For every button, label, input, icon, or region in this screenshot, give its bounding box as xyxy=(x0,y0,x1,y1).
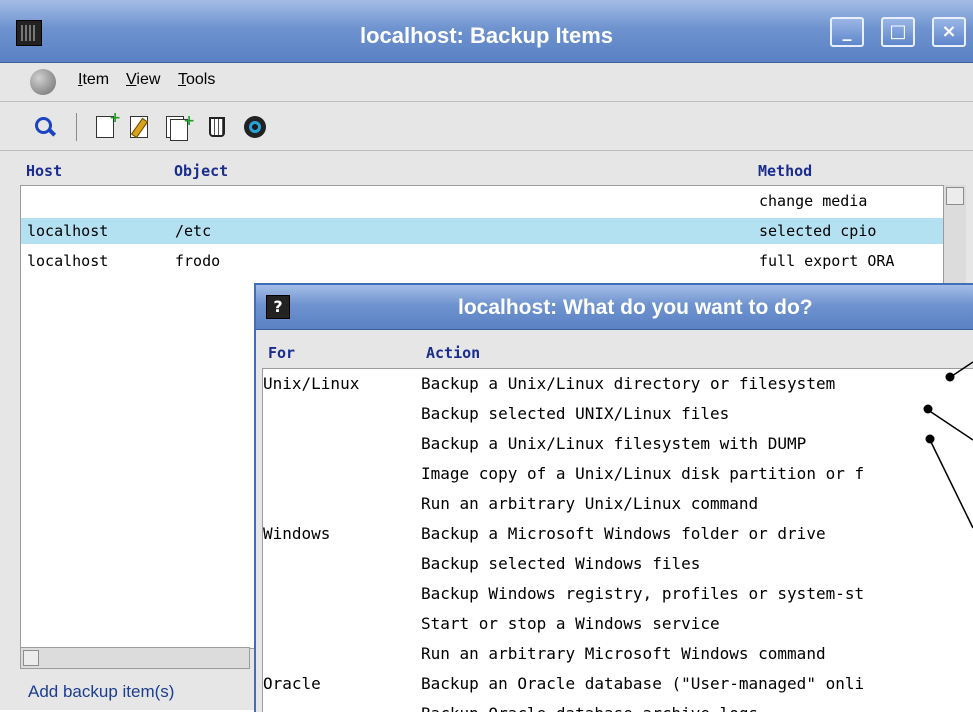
list-item[interactable]: Start or stop a Windows service xyxy=(263,609,973,639)
minimize-icon: _ xyxy=(842,21,852,42)
dialog-title-bar[interactable]: ? localhost: What do you want to do? xyxy=(256,285,973,330)
row-for: Unix/Linux xyxy=(263,374,360,393)
row-action: Backup a Unix/Linux filesystem with DUMP xyxy=(421,434,807,453)
search-icon[interactable] xyxy=(34,116,57,138)
list-item[interactable]: Run an arbitrary Unix/Linux command xyxy=(263,489,973,519)
horizontal-scrollbar[interactable] xyxy=(20,647,250,669)
view-icon[interactable] xyxy=(244,116,266,138)
row-for: Oracle xyxy=(263,674,321,693)
row-object: /etc xyxy=(175,222,212,240)
row-action: Run an arbitrary Microsoft Windows comma… xyxy=(421,644,826,663)
toolbar-separator xyxy=(76,113,77,141)
row-method: selected cpio xyxy=(759,222,877,240)
trash-icon[interactable] xyxy=(206,116,228,138)
row-action: Backup selected UNIX/Linux files xyxy=(421,404,730,423)
row-action: Backup selected Windows files xyxy=(421,554,701,573)
menu-item-view[interactable]: View xyxy=(126,70,160,90)
list-item[interactable]: Backup Windows registry, profiles or sys… xyxy=(263,579,973,609)
list-item[interactable]: Windows Backup a Microsoft Windows folder… xyxy=(263,519,973,549)
table-row[interactable]: localhost frodo full export ORA xyxy=(21,248,945,274)
column-header-method[interactable]: Method xyxy=(758,162,812,180)
table-row[interactable]: change media xyxy=(21,188,945,214)
maximize-button[interactable]: □ xyxy=(881,17,915,47)
column-header-object[interactable]: Object xyxy=(174,162,228,180)
scroll-left-icon[interactable] xyxy=(23,650,39,666)
list-item[interactable]: Image copy of a Unix/Linux disk partitio… xyxy=(263,459,973,489)
row-action: Start or stop a Windows service xyxy=(421,614,720,633)
list-item[interactable]: Backup selected Windows files xyxy=(263,549,973,579)
list-item[interactable]: Backup selected UNIX/Linux files xyxy=(263,399,973,429)
row-action: Backup Windows registry, profiles or sys… xyxy=(421,584,865,603)
row-object: frodo xyxy=(175,252,221,270)
row-action: Backup an Oracle database ("User-managed… xyxy=(421,674,865,693)
menu-item-item[interactable]: Item xyxy=(78,70,109,90)
row-method: change media xyxy=(759,192,868,210)
copy-item-icon[interactable]: + xyxy=(166,114,195,141)
list-item[interactable]: Oracle Backup an Oracle database ("User-m… xyxy=(263,669,973,699)
new-item-icon[interactable]: + xyxy=(96,111,121,138)
title-bar[interactable]: localhost: Backup Items _ □ × xyxy=(0,0,973,63)
action-dialog: ? localhost: What do you want to do? For… xyxy=(254,283,973,712)
row-action: Backup a Unix/Linux directory or filesys… xyxy=(421,374,836,393)
list-item[interactable]: Run an arbitrary Microsoft Windows comma… xyxy=(263,639,973,669)
menu-item-tools[interactable]: Tools xyxy=(178,70,215,90)
row-action: Image copy of a Unix/Linux disk partitio… xyxy=(421,464,865,483)
table-row[interactable]: localhost /etc selected cpio xyxy=(21,218,945,244)
scroll-up-icon[interactable] xyxy=(946,187,964,205)
maximize-icon: □ xyxy=(889,21,907,42)
list-item[interactable]: Unix/Linux Backup a Unix/Linux directory … xyxy=(263,369,973,399)
row-action: Backup a Microsoft Windows folder or dri… xyxy=(421,524,826,543)
minimize-button[interactable]: _ xyxy=(830,17,864,47)
add-backup-item-button[interactable]: Add backup item(s) xyxy=(20,676,254,708)
action-list[interactable]: Unix/Linux Backup a Unix/Linux directory … xyxy=(262,368,973,712)
row-for: Windows xyxy=(263,524,331,543)
row-host: localhost xyxy=(27,252,109,270)
column-header-action[interactable]: Action xyxy=(426,344,480,362)
app-logo-icon xyxy=(30,69,56,95)
column-header-for[interactable]: For xyxy=(268,344,295,362)
close-button[interactable]: × xyxy=(932,17,966,47)
list-item[interactable]: Backup Oracle database archive logs xyxy=(263,699,973,712)
row-action: Backup Oracle database archive logs xyxy=(421,699,758,712)
window-title: localhost: Backup Items xyxy=(359,23,614,48)
column-header-host[interactable]: Host xyxy=(26,162,62,180)
edit-item-icon[interactable] xyxy=(130,116,152,139)
question-icon: ? xyxy=(266,295,290,319)
row-host: localhost xyxy=(27,222,109,240)
row-action: Run an arbitrary Unix/Linux command xyxy=(421,494,759,513)
row-method: full export ORA xyxy=(759,252,895,270)
close-icon: × xyxy=(941,21,957,42)
dialog-title: localhost: What do you want to do? xyxy=(458,296,813,319)
list-item[interactable]: Backup a Unix/Linux filesystem with DUMP xyxy=(263,429,973,459)
